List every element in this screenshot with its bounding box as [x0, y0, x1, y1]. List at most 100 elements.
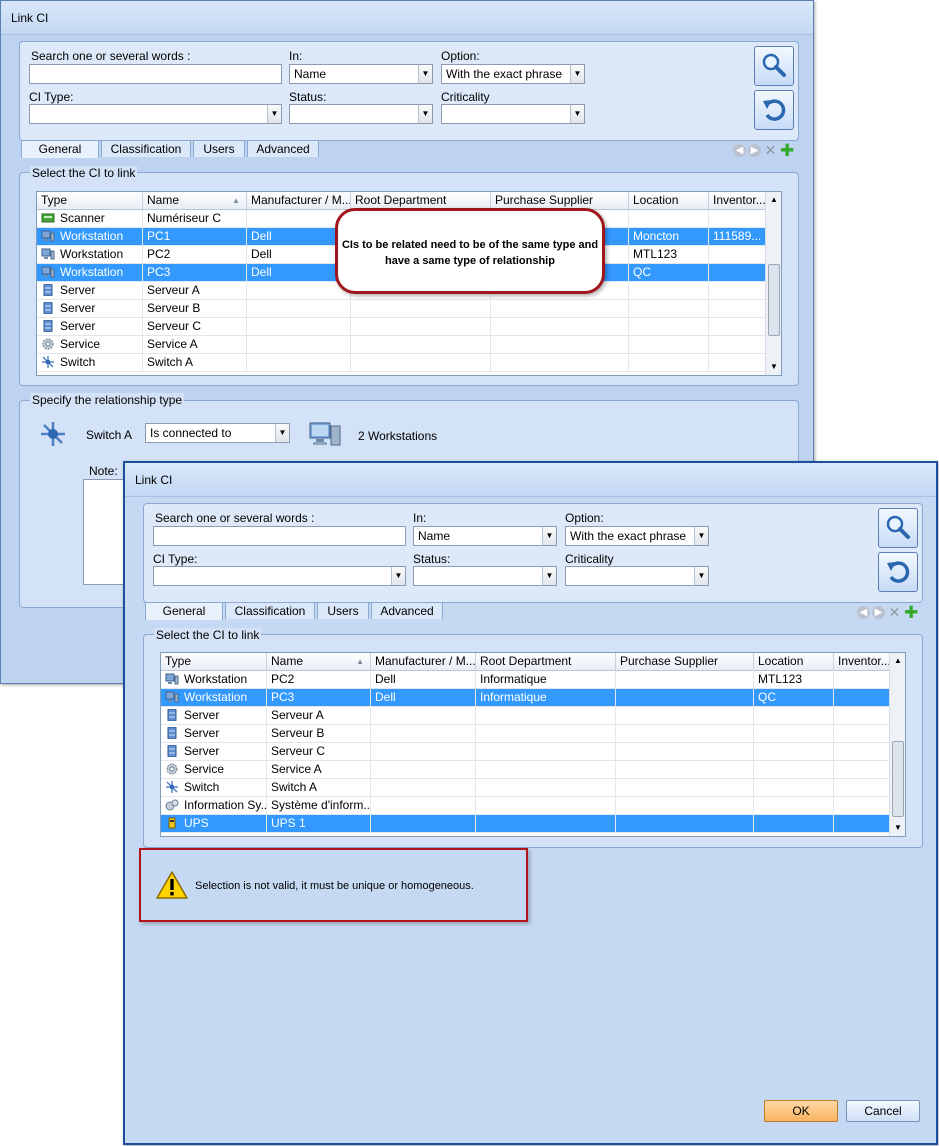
- back-tab-general[interactable]: General: [21, 140, 99, 158]
- cell-text: Server: [60, 301, 96, 315]
- table-row[interactable]: Server Serveur C: [37, 318, 767, 336]
- front-mini-toolbar: ◀ ▶ ✕ ✚: [857, 604, 921, 621]
- front-tab-advanced[interactable]: Advanced: [371, 602, 443, 619]
- table-row[interactable]: UPS UPS 1: [161, 815, 891, 833]
- cell-name: Serveur B: [143, 300, 247, 318]
- column-header-manufacturer[interactable]: Manufacturer / M...: [247, 192, 351, 210]
- column-header-manufacturer[interactable]: Manufacturer / M...: [371, 653, 476, 671]
- cell-location: [754, 707, 834, 725]
- back-tab-users[interactable]: Users: [193, 140, 245, 157]
- front-tab-classification[interactable]: Classification: [225, 602, 315, 619]
- chevron-down-icon: ▼: [694, 527, 708, 545]
- table-row[interactable]: Workstation PC3 Dell Informatique QC: [161, 689, 891, 707]
- back-criticality-dropdown[interactable]: ▼: [441, 104, 585, 124]
- column-header-root-department[interactable]: Root Department: [476, 653, 616, 671]
- back-search-input[interactable]: [29, 64, 282, 84]
- front-grid-header: Type Name ▲ Manufacturer / M... Root Depa…: [161, 653, 891, 671]
- column-header-location[interactable]: Location: [754, 653, 834, 671]
- add-icon[interactable]: ✚: [780, 142, 794, 159]
- add-icon[interactable]: ✚: [904, 604, 918, 621]
- column-header-location[interactable]: Location: [629, 192, 709, 210]
- scroll-down-icon[interactable]: ▼: [766, 359, 781, 375]
- front-grid-scrollbar[interactable]: ▲ ▼: [889, 653, 905, 836]
- front-search-input[interactable]: [153, 526, 406, 546]
- front-ci-type-label: CI Type:: [153, 552, 198, 566]
- column-header-name[interactable]: Name ▲: [267, 653, 371, 671]
- front-option-dropdown[interactable]: With the exact phrase ▼: [565, 526, 709, 546]
- front-tab-users[interactable]: Users: [317, 602, 369, 619]
- front-tab-general[interactable]: General: [145, 602, 223, 620]
- cancel-button[interactable]: Cancel: [846, 1100, 920, 1122]
- front-criticality-dropdown[interactable]: ▼: [565, 566, 709, 586]
- scroll-thumb[interactable]: [768, 264, 780, 336]
- table-row[interactable]: Workstation PC2 Dell Informatique MTL123: [161, 671, 891, 689]
- table-row[interactable]: Server Serveur C: [161, 743, 891, 761]
- column-header-name[interactable]: Name ▲: [143, 192, 247, 210]
- scroll-up-icon[interactable]: ▲: [766, 192, 781, 208]
- table-row[interactable]: Service Service A: [161, 761, 891, 779]
- column-header-purchase-supplier[interactable]: Purchase Supplier: [616, 653, 754, 671]
- delete-icon[interactable]: ✕: [764, 143, 777, 157]
- back-in-dropdown[interactable]: Name ▼: [289, 64, 433, 84]
- table-row[interactable]: Information Sy... Système d'inform...: [161, 797, 891, 815]
- next-icon[interactable]: ▶: [872, 606, 885, 619]
- cell-text: Workstation: [184, 690, 248, 704]
- cell-purchase-supplier: [616, 689, 754, 707]
- cell-name: Serveur C: [143, 318, 247, 336]
- back-relationship-value: Is connected to: [150, 426, 232, 440]
- back-grid-scrollbar[interactable]: ▲ ▼: [765, 192, 781, 375]
- back-option-dropdown[interactable]: With the exact phrase ▼: [441, 64, 585, 84]
- back-relationship-dropdown[interactable]: Is connected to ▼: [145, 423, 290, 443]
- column-header-inventory[interactable]: Inventor...: [834, 653, 891, 671]
- front-reset-button[interactable]: [878, 552, 918, 592]
- cell-name: Système d'inform...: [267, 797, 371, 815]
- back-source-name: Switch A: [86, 428, 133, 442]
- server-icon: [41, 319, 55, 333]
- front-status-dropdown[interactable]: ▼: [413, 566, 557, 586]
- cell-type: Workstation: [161, 689, 267, 707]
- back-search-button[interactable]: [754, 46, 794, 86]
- scroll-down-icon[interactable]: ▼: [890, 820, 905, 836]
- front-in-dropdown[interactable]: Name ▼: [413, 526, 557, 546]
- back-status-dropdown[interactable]: ▼: [289, 104, 433, 124]
- table-row[interactable]: Server Serveur A: [161, 707, 891, 725]
- front-search-button[interactable]: [878, 508, 918, 548]
- cell-location: [754, 797, 834, 815]
- table-row[interactable]: Switch Switch A: [37, 354, 767, 372]
- back-reset-button[interactable]: [754, 90, 794, 130]
- back-ci-type-dropdown[interactable]: ▼: [29, 104, 282, 124]
- previous-icon[interactable]: ◀: [857, 606, 870, 619]
- cell-type: Server: [37, 300, 143, 318]
- back-note-textarea[interactable]: [83, 479, 125, 585]
- back-search-panel: Search one or several words : In: Name ▼…: [19, 41, 799, 141]
- table-row[interactable]: Server Serveur B: [161, 725, 891, 743]
- next-icon[interactable]: ▶: [748, 144, 761, 157]
- cell-name: PC3: [267, 689, 371, 707]
- column-header-type[interactable]: Type: [161, 653, 267, 671]
- cell-root-department: [351, 336, 491, 354]
- cell-purchase-supplier: [616, 761, 754, 779]
- front-ci-type-dropdown[interactable]: ▼: [153, 566, 406, 586]
- back-title-bar: Link CI: [1, 1, 813, 35]
- back-search-label: Search one or several words :: [31, 49, 191, 63]
- column-header-type[interactable]: Type: [37, 192, 143, 210]
- cell-root-department: Informatique: [476, 689, 616, 707]
- table-row[interactable]: Switch Switch A: [161, 779, 891, 797]
- scroll-up-icon[interactable]: ▲: [890, 653, 905, 669]
- cell-inventory: [709, 210, 767, 228]
- ok-button[interactable]: OK: [764, 1100, 838, 1122]
- cell-name: Serveur A: [143, 282, 247, 300]
- column-header-inventory[interactable]: Inventor...: [709, 192, 767, 210]
- table-row[interactable]: Server Serveur B: [37, 300, 767, 318]
- cell-root-department: [476, 725, 616, 743]
- cell-inventory: [709, 318, 767, 336]
- previous-icon[interactable]: ◀: [733, 144, 746, 157]
- table-row[interactable]: Service Service A: [37, 336, 767, 354]
- back-tab-classification[interactable]: Classification: [101, 140, 191, 157]
- cell-root-department: [351, 318, 491, 336]
- scroll-thumb[interactable]: [892, 741, 904, 817]
- cell-text: UPS: [184, 816, 209, 830]
- back-tab-advanced[interactable]: Advanced: [247, 140, 319, 157]
- cell-root-department: [476, 797, 616, 815]
- delete-icon[interactable]: ✕: [888, 605, 901, 619]
